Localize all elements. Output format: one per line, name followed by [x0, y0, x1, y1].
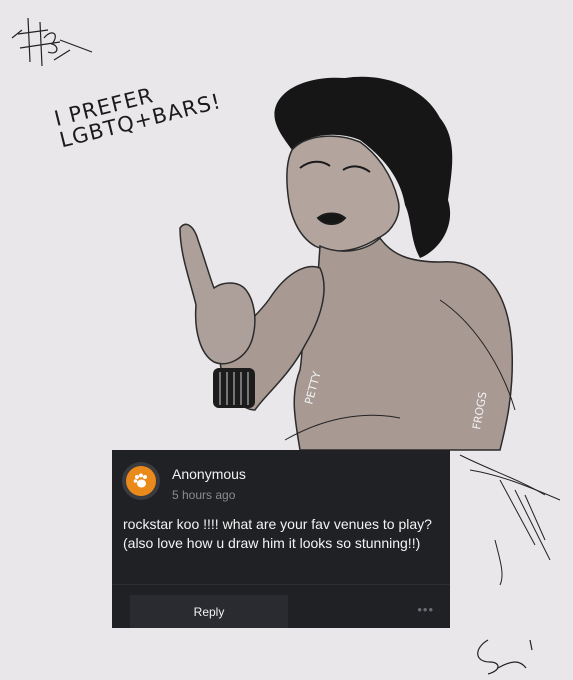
hand-shape [179, 223, 256, 365]
paw-icon [133, 473, 147, 488]
sender-name[interactable]: Anonymous [172, 466, 246, 482]
avatar-badge [126, 466, 156, 496]
sender-avatar[interactable] [122, 462, 160, 500]
ask-card: Anonymous 5 hours ago rockstar koo !!!! … [112, 450, 450, 628]
artist-signature-top [11, 17, 93, 67]
more-options-icon[interactable]: ••• [417, 602, 434, 617]
ask-message: rockstar koo !!!! what are your fav venu… [123, 516, 432, 551]
card-divider [112, 584, 450, 585]
reply-button[interactable]: Reply [130, 595, 288, 628]
artist-signature-bottom [477, 639, 533, 675]
timestamp: 5 hours ago [172, 488, 236, 502]
